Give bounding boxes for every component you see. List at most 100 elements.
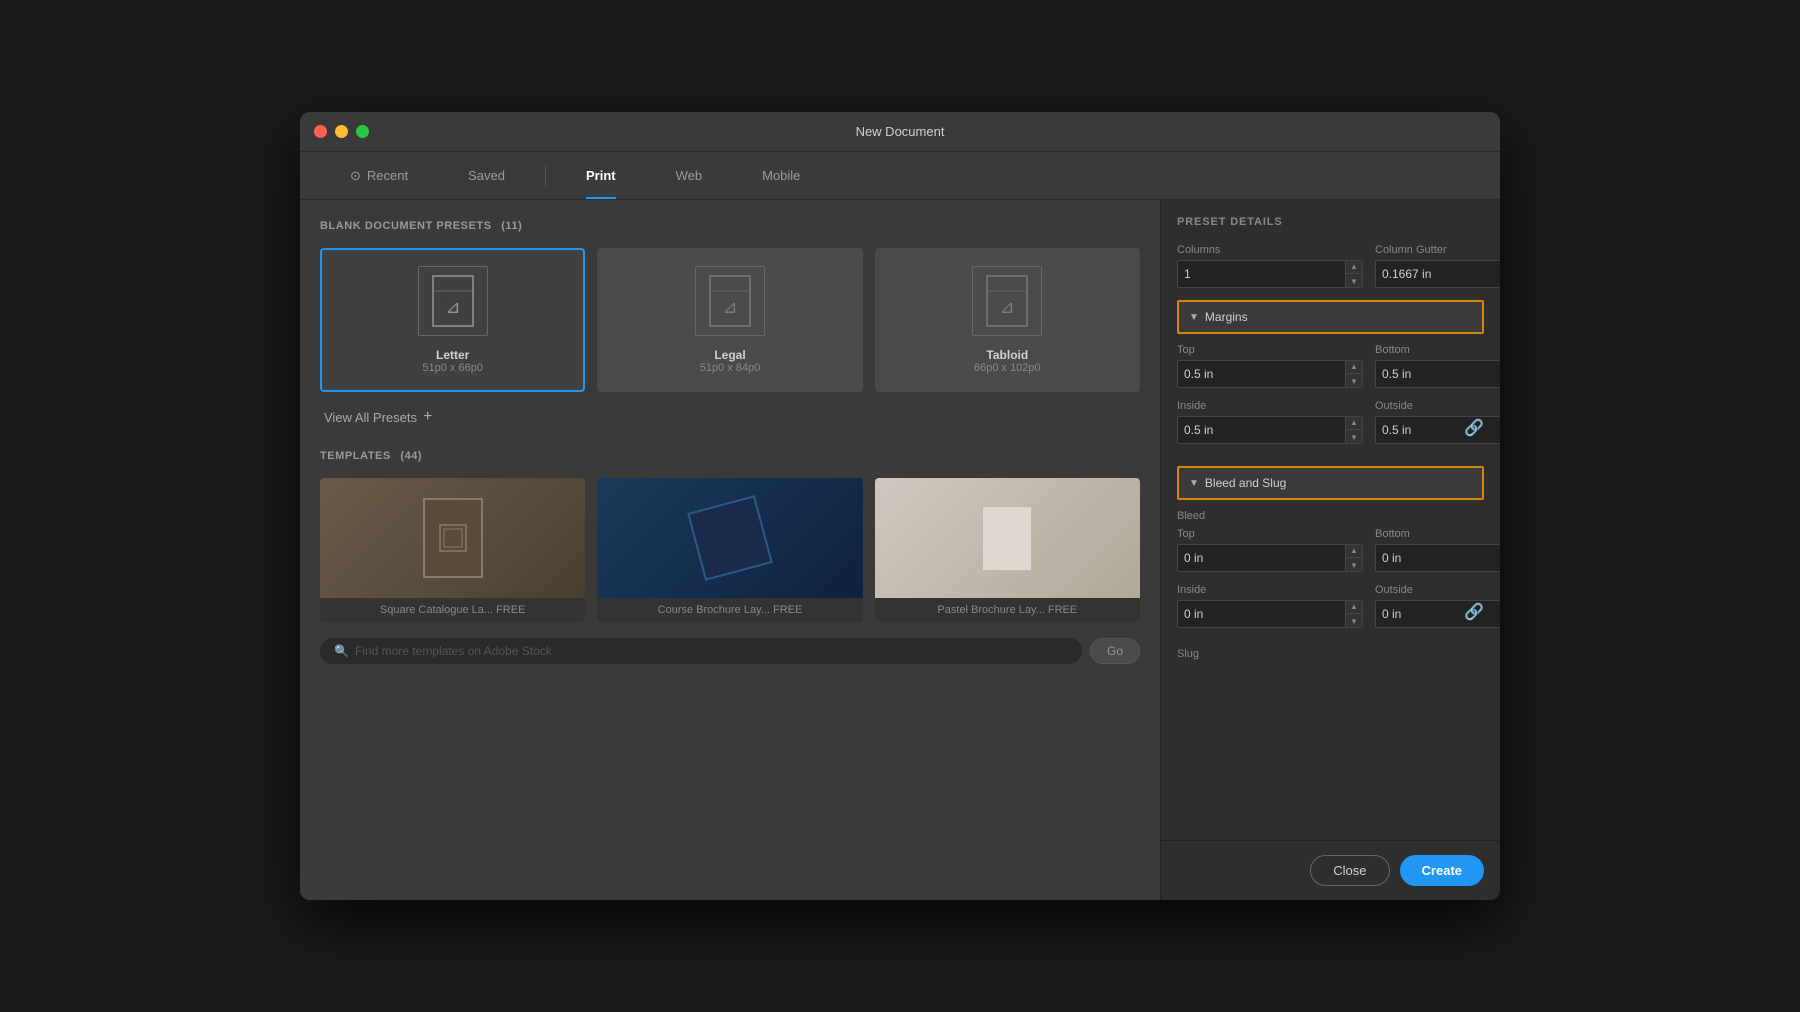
bleed-top-up[interactable]: ▲ [1346,544,1362,558]
template-label-1: Square Catalogue La... FREE [320,598,585,622]
columns-down[interactable]: ▼ [1346,274,1362,288]
margin-inside-field: Inside ▲ ▼ [1177,400,1363,444]
column-gutter-input[interactable]: ▲ ▼ [1375,260,1500,288]
margin-inside-value[interactable] [1178,423,1345,437]
bleed-inside-input[interactable]: ▲ ▼ [1177,600,1363,628]
margins-section-toggle[interactable]: ▼ Margins [1177,300,1484,334]
preset-label-legal: Legal 51p0 x 84p0 [700,348,761,374]
bleed-bottom-label: Bottom [1375,528,1500,540]
margin-inside-down[interactable]: ▼ [1346,430,1362,444]
template-label-3: Pastel Brochure Lay... FREE [875,598,1140,622]
bleed-section-label: Bleed [1177,510,1484,522]
bleed-slug-label: Bleed and Slug [1205,476,1286,490]
columns-field: Columns ▲ ▼ [1177,244,1363,288]
preset-card-tabloid[interactable]: ⊿ Tabloid 66p0 x 102p0 [875,248,1140,392]
bleed-top-field: Top ▲ ▼ [1177,528,1363,572]
template-thumb-1 [320,478,585,598]
margin-top-down[interactable]: ▼ [1346,374,1362,388]
svg-text:⊿: ⊿ [722,297,737,317]
window-title: New Document [856,124,945,139]
margin-bottom-field: Bottom ▲ ▼ [1375,344,1500,388]
go-button[interactable]: Go [1090,638,1140,664]
presets-section-header: BLANK DOCUMENT PRESETS (11) [320,220,1140,232]
margin-top-label: Top [1177,344,1363,356]
margin-top-up[interactable]: ▲ [1346,360,1362,374]
margin-inside-up[interactable]: ▲ [1346,416,1362,430]
create-button[interactable]: Create [1400,855,1484,886]
margins-top-bottom-row: Top ▲ ▼ Bottom ▲ ▼ [1177,344,1484,388]
columns-spinners: ▲ ▼ [1345,260,1362,288]
main-content: BLANK DOCUMENT PRESETS (11) ⊿ Letter [300,200,1500,900]
left-panel: BLANK DOCUMENT PRESETS (11) ⊿ Letter [300,200,1160,900]
presets-grid: ⊿ Letter 51p0 x 66p0 ⊿ [320,248,1140,392]
tab-web[interactable]: Web [646,152,733,199]
slug-label: Slug [1177,648,1484,660]
template-label-2: Course Brochure Lay... FREE [597,598,862,622]
columns-value[interactable] [1178,267,1345,281]
preset-icon-legal: ⊿ [695,266,765,336]
minimize-button[interactable] [335,125,348,138]
bleed-bottom-field: Bottom ▲ ▼ [1375,528,1500,572]
columns-input[interactable]: ▲ ▼ [1177,260,1363,288]
bleed-bottom-input[interactable]: ▲ ▼ [1375,544,1500,572]
preset-details-header: PRESET DETAILS [1177,216,1484,228]
templates-grid: Square Catalogue La... FREE Course Broch… [320,478,1140,622]
bleed-top-value[interactable] [1178,551,1345,565]
template-thumb-3 [875,478,1140,598]
view-all-presets-button[interactable]: View All Presets + [320,408,1140,426]
bleed-inside-down[interactable]: ▼ [1346,614,1362,628]
preset-card-letter[interactable]: ⊿ Letter 51p0 x 66p0 [320,248,585,392]
margin-bottom-label: Bottom [1375,344,1500,356]
svg-text:⊿: ⊿ [1000,297,1015,317]
margins-chevron-icon: ▼ [1189,312,1199,323]
close-button[interactable] [314,125,327,138]
margin-bottom-value[interactable] [1376,367,1500,381]
margin-inside-input[interactable]: ▲ ▼ [1177,416,1363,444]
tab-print[interactable]: Print [556,152,646,199]
column-gutter-field: Column Gutter ▲ ▼ [1375,244,1500,288]
bleed-inside-outside-row: Inside ▲ ▼ Outside ▲ [1177,584,1484,628]
tab-mobile[interactable]: Mobile [732,152,830,199]
template-card-2[interactable]: Course Brochure Lay... FREE [597,478,862,622]
maximize-button[interactable] [356,125,369,138]
preset-card-legal[interactable]: ⊿ Legal 51p0 x 84p0 [597,248,862,392]
tab-saved[interactable]: Saved [438,152,535,199]
bleed-top-down[interactable]: ▼ [1346,558,1362,572]
margins-link-icon[interactable]: 🔗 [1464,418,1484,438]
preset-icon-tabloid: ⊿ [972,266,1042,336]
preset-icon-letter: ⊿ [418,266,488,336]
margins-inside-outside-row: Inside ▲ ▼ Outside ▲ [1177,400,1484,444]
margin-top-value[interactable] [1178,367,1345,381]
footer-buttons: Close Create [1161,840,1500,900]
preset-label-letter: Letter 51p0 x 66p0 [422,348,483,374]
margin-bottom-input[interactable]: ▲ ▼ [1375,360,1500,388]
bleed-slug-chevron-icon: ▼ [1189,478,1199,489]
columns-up[interactable]: ▲ [1346,260,1362,274]
bleed-slug-section-toggle[interactable]: ▼ Bleed and Slug [1177,466,1484,500]
bleed-inside-value[interactable] [1178,607,1345,621]
close-button[interactable]: Close [1310,855,1389,886]
templates-section-header: TEMPLATES (44) [320,450,1140,462]
column-gutter-value[interactable] [1376,267,1500,281]
bleed-inside-field: Inside ▲ ▼ [1177,584,1363,628]
margin-outside-label: Outside [1375,400,1500,412]
bleed-inside-up[interactable]: ▲ [1346,600,1362,614]
bleed-inside-label: Inside [1177,584,1363,596]
tab-recent[interactable]: ⊙ Recent [320,152,438,199]
template-thumb-2 [597,478,862,598]
template-card-1[interactable]: Square Catalogue La... FREE [320,478,585,622]
margin-top-input[interactable]: ▲ ▼ [1177,360,1363,388]
right-panel: PRESET DETAILS Columns ▲ ▼ Column Gutter [1160,200,1500,900]
preset-label-tabloid: Tabloid 66p0 x 102p0 [974,348,1041,374]
bleed-top-label: Top [1177,528,1363,540]
template-card-3[interactable]: Pastel Brochure Lay... FREE [875,478,1140,622]
tab-divider [545,166,546,186]
title-bar: New Document [300,112,1500,152]
bleed-link-icon[interactable]: 🔗 [1464,602,1484,622]
navigation-tabs: ⊙ Recent Saved Print Web Mobile [300,152,1500,200]
bleed-top-input[interactable]: ▲ ▼ [1177,544,1363,572]
bleed-bottom-value[interactable] [1376,551,1500,565]
bleed-outside-label: Outside [1375,584,1500,596]
bleed-top-bottom-row: Top ▲ ▼ Bottom ▲ ▼ [1177,528,1484,572]
new-document-window: New Document ⊙ Recent Saved Print Web Mo… [300,112,1500,900]
